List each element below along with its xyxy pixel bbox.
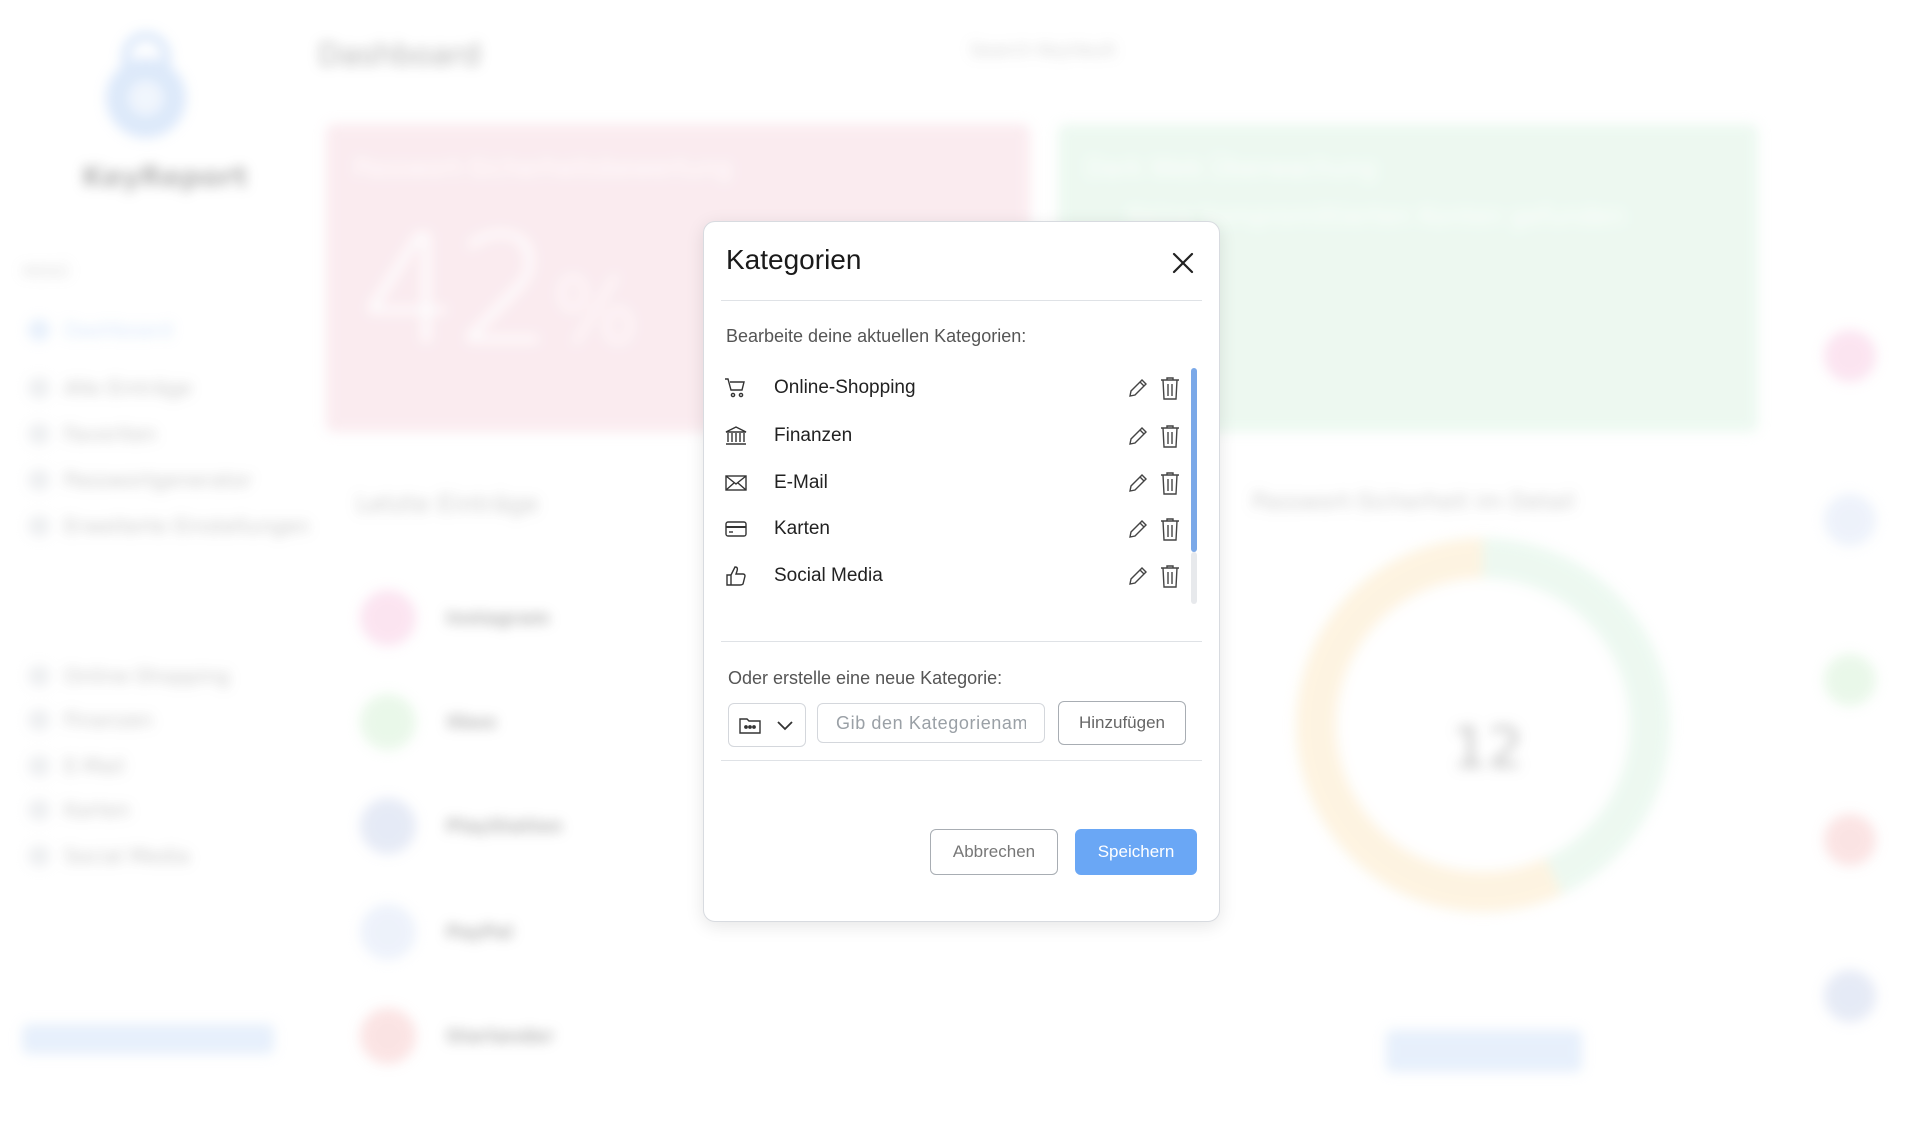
folder-dots-icon	[739, 718, 761, 734]
category-row-social-media: Social Media	[722, 556, 1182, 596]
pencil-icon[interactable]	[1126, 564, 1150, 588]
trash-icon[interactable]	[1158, 516, 1182, 542]
new-category-label: Oder erstelle eine neue Kategorie:	[728, 668, 1003, 688]
list-scrollbar-track[interactable]	[1191, 552, 1197, 604]
cart-icon	[722, 374, 750, 402]
add-category-button[interactable]: Hinzufügen	[1058, 701, 1186, 745]
close-icon[interactable]	[1166, 246, 1200, 280]
divider	[721, 760, 1202, 761]
trash-icon[interactable]	[1158, 470, 1182, 496]
list-scrollbar-thumb[interactable]	[1191, 368, 1197, 552]
category-label: Online-Shopping	[774, 377, 916, 398]
pencil-icon[interactable]	[1126, 471, 1150, 495]
category-row-karten: Karten	[722, 509, 1182, 549]
category-name-input[interactable]	[817, 703, 1045, 743]
chevron-down-icon	[777, 721, 793, 731]
category-list: Online-Shopping Finanzen E-Mail Karten S…	[722, 368, 1182, 608]
category-label: E-Mail	[774, 472, 828, 493]
trash-icon[interactable]	[1158, 375, 1182, 401]
category-label: Karten	[774, 518, 830, 539]
bank-icon	[722, 422, 750, 450]
trash-icon[interactable]	[1158, 563, 1182, 589]
dialog-title: Kategorien	[726, 244, 862, 275]
cancel-button[interactable]: Abbrechen	[930, 829, 1058, 875]
category-row-email: E-Mail	[722, 463, 1182, 503]
pencil-icon[interactable]	[1126, 424, 1150, 448]
edit-subtitle: Bearbeite deine aktuellen Kategorien:	[726, 326, 1027, 346]
pencil-icon[interactable]	[1126, 517, 1150, 541]
trash-icon[interactable]	[1158, 423, 1182, 449]
categories-dialog: Kategorien Bearbeite deine aktuellen Kat…	[703, 221, 1220, 922]
credit-card-icon	[722, 515, 750, 543]
thumbs-up-icon	[722, 562, 750, 590]
icon-select[interactable]	[728, 703, 806, 747]
save-button[interactable]: Speichern	[1075, 829, 1197, 875]
divider	[721, 641, 1202, 642]
category-label: Social Media	[774, 565, 883, 586]
envelope-icon	[722, 469, 750, 497]
pencil-icon[interactable]	[1126, 376, 1150, 400]
category-label: Finanzen	[774, 425, 853, 446]
category-row-finanzen: Finanzen	[722, 416, 1182, 456]
category-row-online-shopping: Online-Shopping	[722, 368, 1182, 408]
divider	[721, 300, 1202, 301]
